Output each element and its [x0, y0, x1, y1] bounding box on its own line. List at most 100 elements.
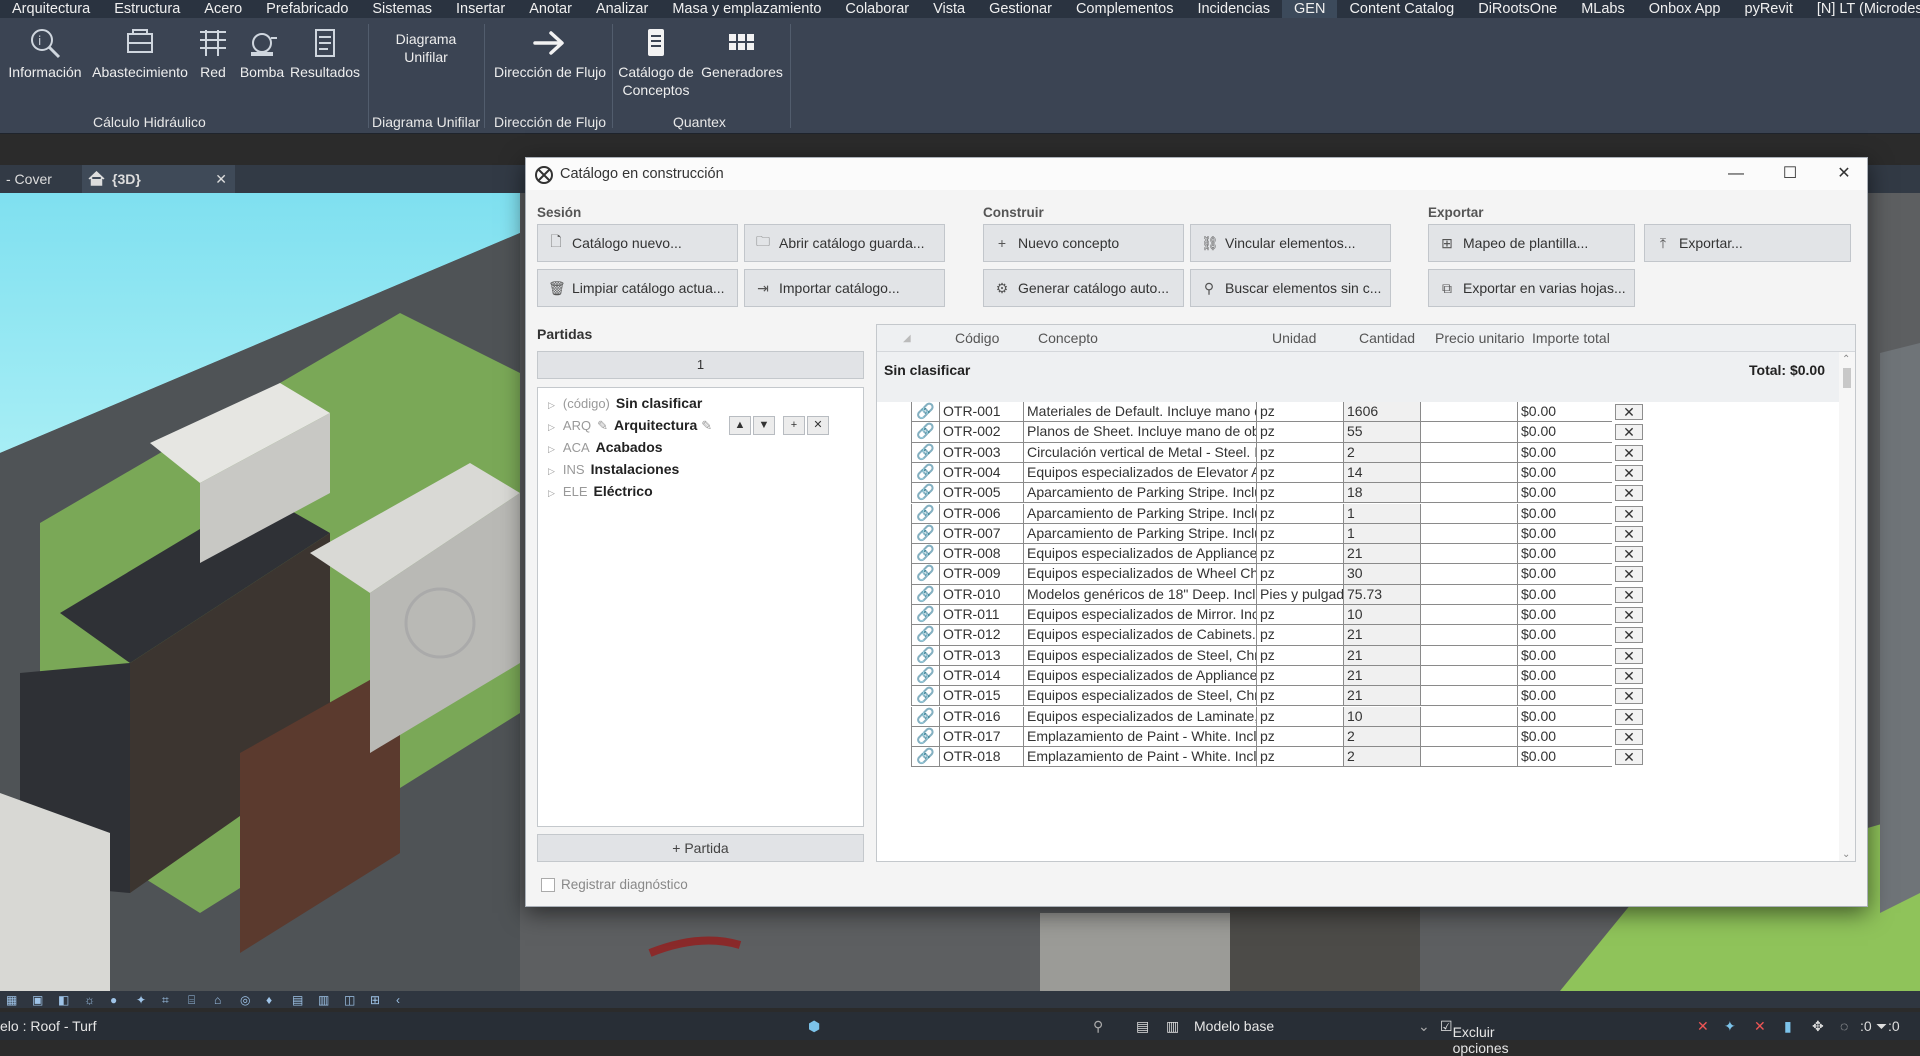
cell-qty[interactable]: 55 [1343, 422, 1420, 443]
tab-cover[interactable]: - Cover [6, 165, 52, 193]
delete-row-button[interactable]: ✕ [1615, 505, 1643, 522]
delete-row-button[interactable]: ✕ [1615, 667, 1643, 684]
add-child-button[interactable]: + [783, 416, 805, 435]
link-icon[interactable]: 🔗 [911, 503, 939, 524]
vincular-elementos-button[interactable]: ⛓ Vincular elementos... [1190, 224, 1391, 262]
delete-row-button[interactable]: ✕ [1615, 749, 1643, 766]
delete-node-button[interactable]: ✕ [807, 416, 829, 435]
menu-tab[interactable]: GEN [1282, 0, 1338, 18]
expand-icon[interactable]: ▷ [548, 400, 555, 410]
menu-tab[interactable]: Onbox App [1637, 0, 1733, 18]
link-icon[interactable]: 🔗 [911, 462, 939, 484]
link-icon[interactable]: 🔗 [911, 402, 939, 423]
cell-price[interactable] [1420, 483, 1517, 504]
menu-tab[interactable]: Content Catalog [1337, 0, 1466, 18]
crop-view-icon[interactable]: ⌗ [162, 994, 178, 1006]
header-concepto[interactable]: Concepto [1038, 330, 1098, 346]
link-icon[interactable]: 🔗 [911, 442, 939, 463]
informacion-button[interactable]: i Información [6, 26, 84, 81]
cell-qty[interactable]: 2 [1343, 726, 1420, 748]
select-pinned-icon[interactable]: ✕ [1754, 1018, 1766, 1035]
cell-price[interactable] [1420, 442, 1517, 463]
cell-concept[interactable]: Equipos especializados de Appliance - St… [1023, 665, 1256, 687]
cell-price[interactable] [1420, 544, 1517, 565]
cell-concept[interactable]: Circulación vertical de Metal - Steel. I… [1023, 442, 1256, 463]
link-icon[interactable]: 🔗 [911, 605, 939, 626]
expand-icon[interactable]: ▷ [548, 422, 555, 432]
cell-price[interactable] [1420, 747, 1517, 768]
reveal-hidden-icon[interactable]: ♦ [266, 994, 282, 1006]
expand-icon[interactable]: ▷ [548, 444, 555, 454]
cell-concept[interactable]: Aparcamiento de Parking Stripe. Incluye … [1023, 483, 1256, 504]
select-links-icon[interactable]: ✕ [1697, 1018, 1709, 1035]
nuevo-catalogo-button[interactable]: 🗋 Catálogo nuevo... [537, 224, 738, 262]
link-icon[interactable]: 🔗 [911, 706, 939, 727]
cell-qty[interactable]: 2 [1343, 442, 1420, 463]
highlight-icon[interactable]: ◫ [344, 994, 360, 1006]
dialog-titlebar[interactable]: Catálogo en construcción — ☐ ✕ [526, 158, 1867, 190]
delete-row-button[interactable]: ✕ [1615, 444, 1643, 461]
exportar-button[interactable]: ⤒ Exportar... [1644, 224, 1851, 262]
worksets-icon[interactable]: ⬢ [808, 1018, 820, 1035]
cell-price[interactable] [1420, 564, 1517, 585]
cell-price[interactable] [1420, 665, 1517, 687]
scroll-down-icon[interactable]: ⌄ [1842, 849, 1850, 860]
temp-hide-icon[interactable]: ◎ [240, 994, 256, 1006]
cell-qty[interactable]: 1 [1343, 503, 1420, 524]
menu-tab[interactable]: Sistemas [360, 0, 444, 18]
menu-tab[interactable]: Complementos [1064, 0, 1186, 18]
group-row-sin-clasificar[interactable]: Sin clasificar Total: $0.00 [877, 352, 1855, 402]
cell-concept[interactable]: Equipos especializados de Steel, Chrome … [1023, 686, 1256, 707]
link-icon[interactable]: 🔗 [911, 747, 939, 768]
cell-price[interactable] [1420, 402, 1517, 423]
menu-tab[interactable]: Estructura [102, 0, 192, 18]
cell-concept[interactable]: Emplazamiento de Paint - White. Incluye … [1023, 726, 1256, 748]
generar-catalogo-button[interactable]: ⚙ Generar catálogo auto... [983, 269, 1184, 307]
link-icon[interactable]: 🔗 [911, 584, 939, 605]
cell-qty[interactable]: 21 [1343, 625, 1420, 646]
expand-icon[interactable]: ▷ [548, 466, 555, 476]
background-process-icon[interactable]: ◌ [1840, 1018, 1848, 1034]
delete-row-button[interactable]: ✕ [1615, 688, 1643, 705]
link-icon[interactable]: 🔗 [911, 665, 939, 687]
delete-row-button[interactable]: ✕ [1615, 464, 1643, 481]
menu-tab[interactable]: Insertar [444, 0, 517, 18]
importar-catalogo-button[interactable]: ⇥ Importar catálogo... [744, 269, 945, 307]
menu-tab[interactable]: Incidencias [1185, 0, 1282, 18]
menu-tab[interactable]: [N] LT (Microdesk) [1805, 0, 1920, 18]
worksharing-icon[interactable]: ▤ [292, 994, 308, 1006]
diagrama-unifilar-button[interactable]: Diagrama Unifilar [380, 30, 472, 66]
cell-concept[interactable]: Equipos especializados de Steel, Chrome … [1023, 645, 1256, 666]
catalogo-conceptos-button[interactable]: Catálogo de Conceptos [615, 26, 697, 99]
cell-price[interactable] [1420, 625, 1517, 646]
cell-qty[interactable]: 18 [1343, 483, 1420, 504]
menu-tab[interactable]: Vista [921, 0, 977, 18]
delete-row-button[interactable]: ✕ [1615, 546, 1643, 563]
header-codigo[interactable]: Código [955, 330, 999, 346]
table-row[interactable]: 🔗 OTR-018 Emplazamiento de Paint - White. … [877, 747, 1855, 772]
cell-qty[interactable]: 1606 [1343, 402, 1420, 423]
link-icon[interactable]: 🔗 [911, 523, 939, 545]
sun-path-icon[interactable]: ☼ [84, 994, 100, 1006]
lock-view-icon[interactable]: ⌂ [214, 994, 230, 1006]
menu-tab[interactable]: Arquitectura [0, 0, 102, 18]
add-partida-button[interactable]: + Partida [537, 834, 864, 862]
cell-concept[interactable]: Materiales de Default. Incluye mano de o… [1023, 402, 1256, 423]
cell-qty[interactable]: 14 [1343, 462, 1420, 484]
cell-qty[interactable]: 10 [1343, 706, 1420, 727]
delete-row-button[interactable]: ✕ [1615, 607, 1643, 623]
close-icon[interactable]: ✕ [1829, 162, 1859, 186]
link-icon[interactable]: 🔗 [911, 483, 939, 504]
menu-tab[interactable]: Acero [192, 0, 254, 18]
menu-tab[interactable]: Prefabricado [254, 0, 360, 18]
cell-qty[interactable]: 21 [1343, 544, 1420, 565]
tree-node-electrico[interactable]: ▷ ELE Eléctrico [548, 480, 653, 502]
delete-row-button[interactable]: ✕ [1615, 708, 1643, 725]
cell-price[interactable] [1420, 503, 1517, 524]
limpiar-catalogo-button[interactable]: 🗑 Limpiar catálogo actua... [537, 269, 738, 307]
cell-price[interactable] [1420, 706, 1517, 727]
cell-concept[interactable]: Aparcamiento de Parking Stripe. Incluye … [1023, 503, 1256, 524]
cell-price[interactable] [1420, 686, 1517, 707]
cell-qty[interactable]: 21 [1343, 686, 1420, 707]
exclude-options-checkbox[interactable]: ☑ Excluir opciones [1440, 1018, 1509, 1056]
